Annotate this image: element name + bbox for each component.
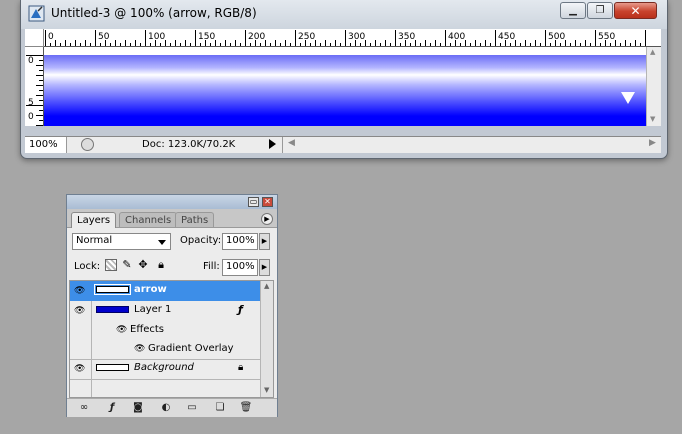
palette-menu-icon[interactable]: ▶ xyxy=(261,213,273,225)
tab-layers[interactable]: Layers xyxy=(71,212,117,228)
blend-mode-value: Normal xyxy=(76,235,113,246)
arrow-shape-layer xyxy=(621,92,635,104)
gradient-fill-layer xyxy=(44,55,646,126)
ruler-label: 250 xyxy=(298,32,315,42)
chevron-down-icon xyxy=(158,240,166,245)
palette-minimize-button[interactable]: ▭ xyxy=(248,197,259,207)
blend-mode-select[interactable]: Normal xyxy=(72,233,171,250)
tab-channels[interactable]: Channels xyxy=(119,212,178,227)
layer-style-fx-icon[interactable]: ƒ xyxy=(238,303,243,316)
scroll-down-arrow-icon[interactable]: ▼ xyxy=(264,386,269,394)
opacity-label: Opacity: xyxy=(180,235,222,246)
status-menu-arrow-icon[interactable] xyxy=(269,139,276,149)
vertical-scrollbar[interactable]: ▲ ▼ xyxy=(646,47,661,126)
ruler-label: 350 xyxy=(398,32,415,42)
lock-image-pixels-icon[interactable]: ✎ xyxy=(121,259,133,271)
visibility-eye-icon[interactable]: 👁︎ xyxy=(134,343,145,355)
image-canvas[interactable] xyxy=(44,47,646,126)
gradient-overlay-label: Gradient Overlay xyxy=(148,343,234,354)
opacity-field[interactable]: 100% xyxy=(222,233,258,250)
layer-row-arrow[interactable]: 👁︎ arrow xyxy=(70,281,260,301)
ruler-label: 100 xyxy=(148,32,165,42)
layer-lock-icon: 🔒︎ xyxy=(238,362,244,373)
layers-palette-footer: ∞ ƒ ◙ ◐ ▭ ❏ 🗑︎ xyxy=(67,398,277,417)
horizontal-ruler-ticks: 0 50 100 150 200 250 300 350 400 450 500 550 xyxy=(45,30,646,46)
lock-label: Lock: xyxy=(74,261,101,272)
lock-transparency-icon[interactable] xyxy=(105,259,117,271)
ruler-label: 300 xyxy=(348,32,365,42)
palette-tab-strip: Layers Channels Paths ▶ xyxy=(67,209,277,228)
palette-close-button[interactable]: ✕ xyxy=(262,197,273,207)
scroll-left-arrow-icon[interactable]: ◀ xyxy=(288,138,295,148)
vertical-ruler-ticks: 0 5 0 xyxy=(26,55,43,126)
horizontal-ruler[interactable]: 0 50 100 150 200 250 300 350 400 450 500 550 xyxy=(44,29,661,47)
ruler-label: 50 xyxy=(98,32,110,42)
fill-slider-button[interactable]: ▶ xyxy=(259,259,270,276)
link-layers-icon[interactable]: ∞ xyxy=(77,402,91,414)
zoom-field[interactable]: 100% xyxy=(25,137,67,153)
layers-palette: ▭ ✕ Layers Channels Paths ▶ Normal Opaci… xyxy=(66,194,278,417)
layer-name: Background xyxy=(134,362,194,373)
ruler-label: 450 xyxy=(498,32,515,42)
ruler-label: 150 xyxy=(198,32,215,42)
ruler-label: 5 xyxy=(28,98,34,108)
tab-paths[interactable]: Paths xyxy=(175,212,215,227)
status-info-icon[interactable] xyxy=(81,138,94,151)
document-title: Untitled-3 @ 100% (arrow, RGB/8) xyxy=(51,6,257,20)
minimize-button[interactable]: ▁ xyxy=(560,2,586,19)
new-adjustment-layer-icon[interactable]: ◐ xyxy=(159,402,173,414)
ruler-label: 200 xyxy=(248,32,265,42)
ruler-label: 500 xyxy=(548,32,565,42)
scroll-right-arrow-icon[interactable]: ▶ xyxy=(649,138,656,148)
lock-position-icon[interactable]: ✥ xyxy=(137,259,149,271)
ruler-origin[interactable] xyxy=(25,29,44,47)
add-layer-style-icon[interactable]: ƒ xyxy=(105,402,119,414)
fill-label: Fill: xyxy=(203,261,220,272)
layer-name: arrow xyxy=(134,284,167,295)
ruler-label: 400 xyxy=(448,32,465,42)
vertical-ruler[interactable]: 0 5 0 xyxy=(25,47,44,126)
add-layer-mask-icon[interactable]: ◙ xyxy=(131,402,145,414)
lock-all-icon[interactable]: 🔒︎ xyxy=(155,259,167,271)
layer-thumbnail xyxy=(94,284,131,295)
palette-title-bar[interactable]: ▭ ✕ xyxy=(67,195,277,209)
new-group-folder-icon[interactable]: ▭ xyxy=(185,402,199,414)
delete-layer-trash-icon[interactable]: 🗑︎ xyxy=(239,402,253,414)
new-layer-icon[interactable]: ❏ xyxy=(213,402,227,414)
layer-name: Layer 1 xyxy=(134,304,172,315)
layers-list-scrollbar[interactable]: ▲ ▼ xyxy=(260,281,273,397)
layer-thumbnail xyxy=(96,364,129,371)
photoshop-document-icon xyxy=(28,5,45,22)
scroll-up-arrow-icon[interactable]: ▲ xyxy=(650,48,655,56)
ruler-label: 0 xyxy=(28,112,34,122)
document-size-info: Doc: 123.0K/70.2K xyxy=(142,139,236,150)
effects-row[interactable]: 👁︎ Effects xyxy=(70,321,260,340)
ruler-label: 0 xyxy=(28,56,34,66)
visibility-eye-icon[interactable]: 👁︎ xyxy=(74,305,85,317)
status-divider xyxy=(282,137,283,153)
ruler-label: 550 xyxy=(598,32,615,42)
layer-thumbnail xyxy=(96,306,129,313)
scroll-down-arrow-icon[interactable]: ▼ xyxy=(650,115,655,123)
document-title-bar[interactable]: Untitled-3 @ 100% (arrow, RGB/8) ▁ ❐ ✕ xyxy=(21,0,667,29)
visibility-eye-icon[interactable]: 👁︎ xyxy=(74,363,85,375)
document-window: Untitled-3 @ 100% (arrow, RGB/8) ▁ ❐ ✕ 0… xyxy=(20,0,668,159)
effects-label: Effects xyxy=(130,324,164,335)
visibility-eye-icon[interactable]: 👁︎ xyxy=(116,324,127,336)
opacity-slider-button[interactable]: ▶ xyxy=(259,233,270,250)
layer-row-layer-1[interactable]: 👁︎ Layer 1 ƒ xyxy=(70,301,260,321)
scroll-up-arrow-icon[interactable]: ▲ xyxy=(264,282,269,290)
layer-row-background[interactable]: 👁︎ Background 🔒︎ xyxy=(70,359,260,380)
gradient-overlay-row[interactable]: 👁︎ Gradient Overlay xyxy=(70,340,260,360)
ruler-label: 0 xyxy=(48,32,54,42)
layers-list: 👁︎ arrow 👁︎ Layer 1 ƒ 👁︎ Effects 👁︎ Grad… xyxy=(69,280,274,398)
maximize-button[interactable]: ❐ xyxy=(587,2,613,19)
visibility-eye-icon[interactable]: 👁︎ xyxy=(74,285,85,297)
status-bar: 100% Doc: 123.0K/70.2K ◀ ▶ xyxy=(25,136,661,153)
close-button[interactable]: ✕ xyxy=(614,2,657,19)
fill-field[interactable]: 100% xyxy=(222,259,258,276)
